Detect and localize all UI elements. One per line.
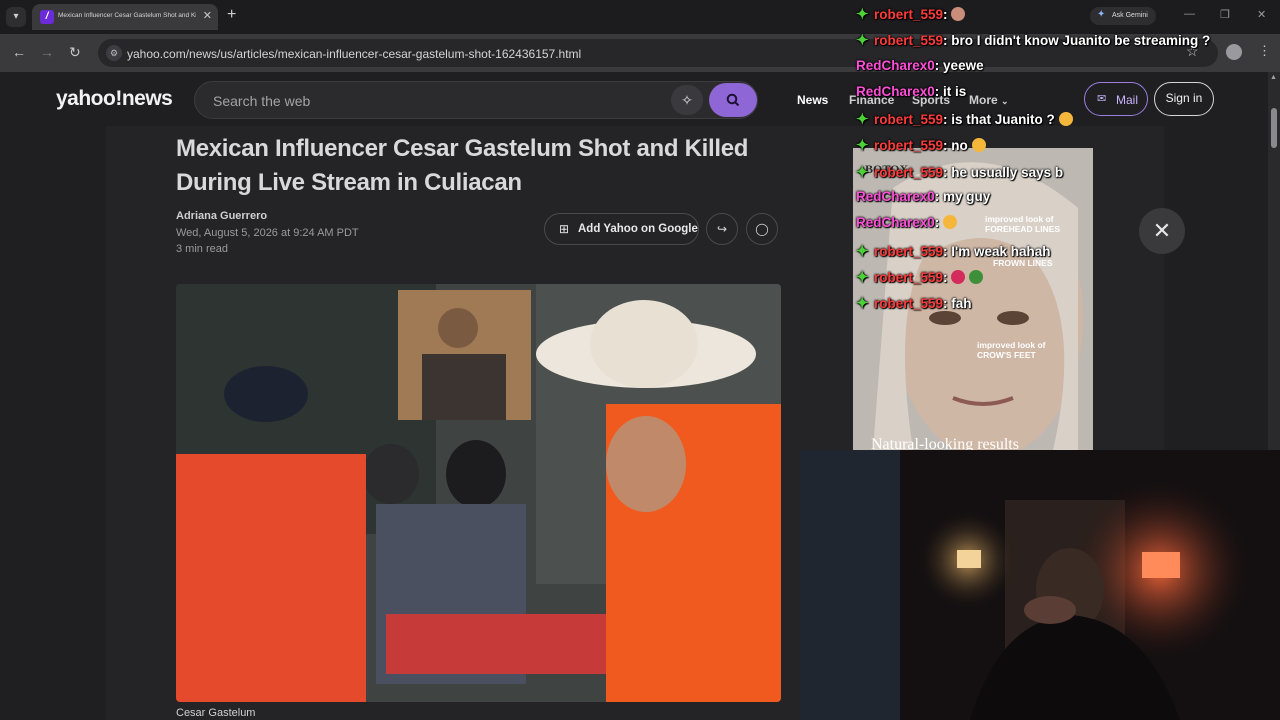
image-caption: Cesar Gastelum — [176, 707, 256, 719]
green-star-badge-icon: ✦ — [856, 137, 869, 155]
reload-icon[interactable]: ↻ — [69, 44, 81, 61]
chat-message: ✦ robert_559: fah — [856, 294, 1276, 320]
green-star-badge-icon: ✦ — [856, 242, 869, 260]
tab-list-chevron-icon[interactable]: ▾ — [6, 7, 26, 27]
ad-tagline: Natural-looking results — [871, 436, 1019, 450]
chat-text: I'm weak hahah — [951, 243, 1051, 259]
chat-username: robert_559 — [874, 138, 944, 154]
share-button[interactable]: ↪ — [706, 213, 738, 245]
tab-title: Mexican Influencer Cesar Gastelum Shot a… — [58, 12, 196, 19]
chat-separator: : — [943, 7, 952, 22]
green-star-badge-icon: ✦ — [856, 32, 869, 50]
new-tab-plus-icon[interactable]: + — [227, 6, 236, 24]
browser-tab[interactable]: / Mexican Influencer Cesar Gastelum Shot… — [32, 4, 218, 30]
forward-arrow-icon[interactable]: → — [40, 44, 54, 60]
url-text[interactable]: yahoo.com/news/us/articles/mexican-influ… — [127, 47, 581, 61]
chat-text: my guy — [943, 189, 991, 205]
chat-separator: : — [934, 215, 944, 231]
heart-emoji-icon — [951, 269, 966, 284]
stream-chat: ✦ robert_559: ✦ robert_559: bro I didn't k… — [856, 5, 1276, 321]
comment-bubble-icon: ◯ — [755, 222, 769, 236]
chat-text: fah — [951, 296, 972, 312]
chat-text: no — [951, 138, 968, 154]
webcam-overlay — [800, 450, 1280, 720]
chat-message: ✦ robert_559: he usually says b — [856, 163, 1276, 189]
chat-separator: : — [934, 57, 944, 73]
share-arrow-icon: ↪ — [716, 222, 728, 236]
shocked-emoji-icon — [943, 215, 958, 230]
add-document-icon: ⊞ — [559, 222, 570, 236]
webcam-feed — [800, 450, 1280, 720]
search-bar[interactable]: Search the web ✧ — [194, 81, 758, 119]
green-star-badge-icon: ✦ — [856, 268, 869, 286]
article-read-time: 3 min read — [176, 243, 228, 255]
search-icon — [726, 93, 740, 107]
add-yahoo-on-google-button[interactable]: ⊞ Add Yahoo on Google — [544, 213, 699, 245]
laughing-emoji-icon — [1058, 112, 1073, 127]
chat-username: robert_559 — [874, 296, 944, 312]
hero-photo — [176, 284, 781, 702]
green-star-badge-icon: ✦ — [856, 295, 869, 313]
chat-text: is that Juanito ? — [951, 112, 1055, 128]
back-arrow-icon[interactable]: ← — [12, 44, 26, 60]
green-star-badge-icon: ✦ — [856, 111, 869, 129]
tab-close-icon[interactable]: ✕ — [203, 9, 212, 22]
chat-username: robert_559 — [874, 164, 944, 180]
chat-username: robert_559 — [874, 112, 944, 128]
yahoo-favicon-icon: / — [40, 10, 54, 24]
green-star-badge-icon: ✦ — [856, 163, 869, 181]
ad-label-crows-feet: improved look of CROW'S FEET — [977, 340, 1046, 360]
chat-username: robert_559 — [874, 269, 944, 285]
chat-message: ✦ robert_559: is that Juanito ? — [856, 110, 1276, 136]
ai-sparkle-icon[interactable]: ✧ — [671, 85, 703, 115]
search-button[interactable] — [709, 83, 757, 117]
chat-message: RedCharex0: it is — [856, 84, 1276, 110]
chat-username: robert_559 — [874, 243, 944, 259]
add-yahoo-on-google-label: Add Yahoo on Google — [578, 223, 698, 235]
chat-message: ✦ robert_559: — [856, 5, 1276, 31]
chat-message: RedCharex0: yeewe — [856, 58, 1276, 84]
chat-message: ✦ robert_559: bro I didn't know Juanito b… — [856, 31, 1276, 57]
comments-button[interactable]: ◯ — [746, 213, 778, 245]
chat-message: RedCharex0: my guy — [856, 189, 1276, 215]
site-info-icon[interactable]: ⚙ — [106, 45, 122, 61]
chat-text: bro I didn't know Juanito be streaming ? — [951, 33, 1211, 49]
nav-news[interactable]: News — [797, 93, 828, 107]
chat-separator: : — [943, 269, 952, 285]
chat-username: RedCharex0 — [856, 215, 935, 231]
chat-message: RedCharex0: — [856, 215, 1276, 241]
chat-text: it is — [943, 83, 967, 99]
chat-text: yeewe — [943, 57, 984, 73]
avatar-emote-icon — [951, 7, 966, 21]
article-date: Wed, August 5, 2026 at 9:24 AM PDT — [176, 227, 359, 239]
yahoo-news-logo[interactable]: yahoo!news — [56, 87, 173, 111]
chat-username: robert_559 — [874, 33, 944, 49]
chat-username: RedCharex0 — [856, 83, 935, 99]
article-headline: Mexican Influencer Cesar Gastelum Shot a… — [176, 135, 749, 196]
chat-message: ✦ robert_559: no — [856, 136, 1276, 162]
chat-username: robert_559 — [874, 7, 944, 22]
chat-separator: : — [934, 189, 944, 205]
chat-username: RedCharex0 — [856, 57, 935, 73]
chat-message: ✦ robert_559: — [856, 268, 1276, 294]
article-author[interactable]: Adriana Guerrero — [176, 210, 267, 222]
laughing-emoji-icon — [971, 138, 986, 153]
chat-message: ✦ robert_559: I'm weak hahah — [856, 242, 1276, 268]
green-star-badge-icon: ✦ — [856, 6, 869, 23]
chat-text: he usually says b — [951, 164, 1064, 180]
article-hero-image[interactable] — [176, 284, 781, 702]
rose-emoji-icon — [969, 269, 984, 284]
chat-separator: : — [934, 83, 944, 99]
chat-username: RedCharex0 — [856, 189, 935, 205]
search-input[interactable]: Search the web — [213, 93, 310, 109]
